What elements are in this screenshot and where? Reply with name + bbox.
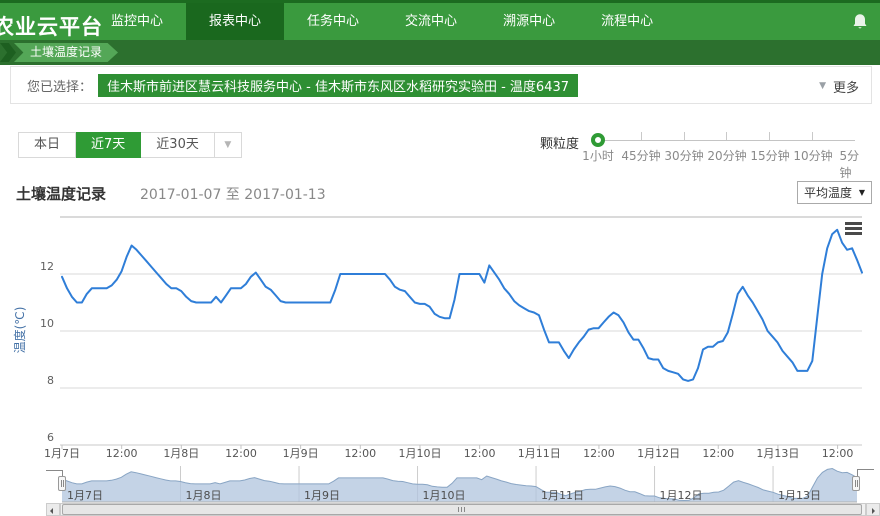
x-axis-tick-label: 1月13日: [756, 447, 799, 460]
series-type-value: 平均温度: [804, 184, 852, 201]
navigator-day-label: 1月10日: [423, 489, 466, 502]
top-navbar: 农业云平台 监控中心 报表中心 任务中心 交流中心 溯源中心 流程中心: [0, 0, 880, 40]
slider-tick: [641, 132, 642, 140]
granularity-option-30m[interactable]: 30分钟: [664, 147, 703, 164]
scrollbar-right-arrow[interactable]: [866, 503, 880, 516]
navigator-outline: [46, 470, 63, 471]
selection-value-badge[interactable]: 佳木斯市前进区慧云科技服务中心 - 佳木斯市东风区水稻研究实验田 - 温度643…: [98, 74, 578, 97]
main-nav: 监控中心 报表中心 任务中心 交流中心 溯源中心 流程中心: [88, 3, 676, 40]
x-axis-tick-label: 1月10日: [398, 447, 441, 460]
x-axis-tick-label: 1月9日: [283, 447, 319, 460]
series-type-select[interactable]: 平均温度 ▼: [797, 181, 872, 204]
navigator-day-label: 1月7日: [67, 489, 103, 502]
granularity-option-10m[interactable]: 10分钟: [793, 147, 832, 164]
selection-panel: 您已选择： 佳木斯市前进区慧云科技服务中心 - 佳木斯市东风区水稻研究实验田 -…: [10, 66, 872, 104]
y-axis-tick-label: 6: [47, 431, 54, 444]
x-axis-tick-label: 12:00: [225, 447, 257, 460]
chevron-down-icon: ▼: [859, 188, 865, 197]
nav-item-traceability[interactable]: 溯源中心: [480, 3, 578, 40]
x-axis-tick-label: 1月7日: [44, 447, 80, 460]
x-axis-tick-label: 12:00: [822, 447, 854, 460]
x-axis-tick-label: 1月8日: [163, 447, 199, 460]
chart-navigator[interactable]: 1月7日 1月8日 1月9日 1月10日 1月11日 1月12日 1月13日: [0, 461, 880, 503]
range-week-button[interactable]: 近7天: [76, 132, 141, 158]
scrollbar-thumb[interactable]: [62, 504, 862, 515]
x-axis-tick-label: 1月12日: [637, 447, 680, 460]
navigator-outline: [857, 469, 874, 470]
x-axis-tick-label: 12:00: [702, 447, 734, 460]
navigator-right-handle[interactable]: [852, 476, 860, 491]
range-dropdown-button[interactable]: ▼: [215, 132, 242, 158]
granularity-option-20m[interactable]: 20分钟: [707, 147, 746, 164]
navigator-day-label: 1月9日: [304, 489, 340, 502]
x-axis-tick-label: 12:00: [583, 447, 615, 460]
chart-export-menu-icon[interactable]: [845, 222, 862, 235]
granularity-option-5m[interactable]: 5分钟: [840, 147, 867, 181]
nav-item-report[interactable]: 报表中心: [186, 3, 284, 40]
x-axis-tick-label: 12:00: [344, 447, 376, 460]
x-axis-tick-label: 12:00: [106, 447, 138, 460]
y-axis-tick-label: 10: [40, 317, 54, 330]
range-today-button[interactable]: 本日: [18, 132, 76, 158]
range-month-button[interactable]: 近30天: [141, 132, 215, 158]
scrollbar-left-arrow[interactable]: [46, 503, 60, 516]
navigator-day-label: 1月12日: [660, 489, 703, 502]
page: 农业云平台 监控中心 报表中心 任务中心 交流中心 溯源中心 流程中心 土壤温度…: [0, 0, 880, 516]
granularity-option-15m[interactable]: 15分钟: [750, 147, 789, 164]
x-axis-tick-label: 12:00: [464, 447, 496, 460]
granularity-label: 颗粒度: [540, 133, 579, 152]
chevron-down-icon: ▼: [819, 81, 826, 91]
breadcrumb-arrow-icon: [0, 43, 16, 62]
granularity-slider-track[interactable]: [598, 140, 855, 141]
report-title: 土壤温度记录: [16, 183, 106, 204]
more-button[interactable]: ▼ 更多: [819, 67, 859, 105]
date-range-button-group: 本日 近7天 近30天 ▼: [18, 132, 242, 158]
slider-tick: [812, 132, 813, 140]
granularity-option-45m[interactable]: 45分钟: [621, 147, 660, 164]
slider-tick: [684, 132, 685, 140]
bell-icon[interactable]: [850, 12, 870, 32]
y-axis-title: 温度(℃): [12, 307, 27, 354]
granularity-slider-handle[interactable]: [591, 133, 605, 147]
navigator-day-label: 1月11日: [541, 489, 584, 502]
navigator-left-handle[interactable]: [58, 476, 66, 491]
scrollbar-grip-icon: [458, 507, 467, 512]
nav-item-task[interactable]: 任务中心: [284, 3, 382, 40]
temperature-line-chart[interactable]: 12 10 8 6 温度(℃) 1月7日 12:00 1月8日 12:00 1月9日 12:00 1月…: [0, 215, 880, 461]
chart-plot-area[interactable]: [60, 215, 862, 445]
report-date-range: 2017-01-07 至 2017-01-13: [140, 184, 326, 204]
navigator-day-label: 1月8日: [186, 489, 222, 502]
selection-label: 您已选择：: [27, 76, 92, 95]
breadcrumb[interactable]: 土壤温度记录: [14, 43, 118, 62]
more-label: 更多: [833, 77, 859, 96]
y-axis-tick-label: 8: [47, 374, 54, 387]
slider-tick: [726, 132, 727, 140]
granularity-option-1h[interactable]: 1小时: [582, 147, 614, 164]
x-axis-tick-label: 1月11日: [518, 447, 561, 460]
nav-item-monitor[interactable]: 监控中心: [88, 3, 186, 40]
navigator-day-label: 1月13日: [778, 489, 821, 502]
slider-tick: [769, 132, 770, 140]
y-axis-tick-label: 12: [40, 260, 54, 273]
nav-item-communication[interactable]: 交流中心: [382, 3, 480, 40]
breadcrumb-bar: 土壤温度记录: [0, 40, 880, 65]
nav-item-process[interactable]: 流程中心: [578, 3, 676, 40]
